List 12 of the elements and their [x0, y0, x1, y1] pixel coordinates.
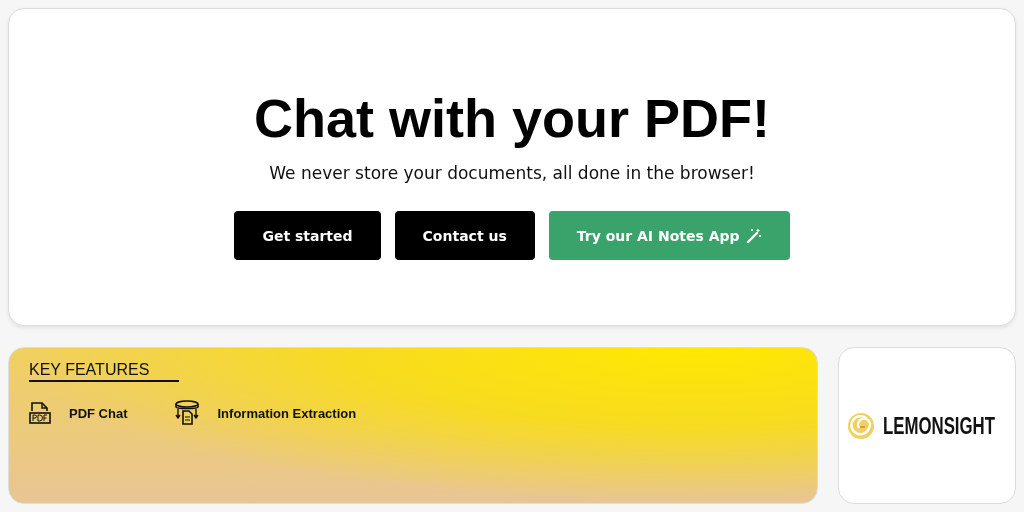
magic-wand-icon	[745, 227, 762, 244]
spiral-logo-icon	[847, 411, 875, 440]
hero-subtitle: We never store your documents, all done in the browser!	[269, 163, 755, 183]
database-document-icon	[173, 400, 200, 426]
action-button[interactable]: Contact us	[394, 211, 535, 260]
hero-title: Chat with your PDF!	[254, 87, 770, 149]
feature-label: PDF Chat	[69, 405, 128, 421]
pdf-file-icon	[29, 401, 51, 425]
feature-label: Information Extraction	[217, 405, 357, 421]
features-heading: KEY FEATURES	[29, 361, 180, 382]
brand-name: LEMONSIGHT	[883, 411, 995, 440]
action-button[interactable]: Get started	[234, 211, 381, 260]
